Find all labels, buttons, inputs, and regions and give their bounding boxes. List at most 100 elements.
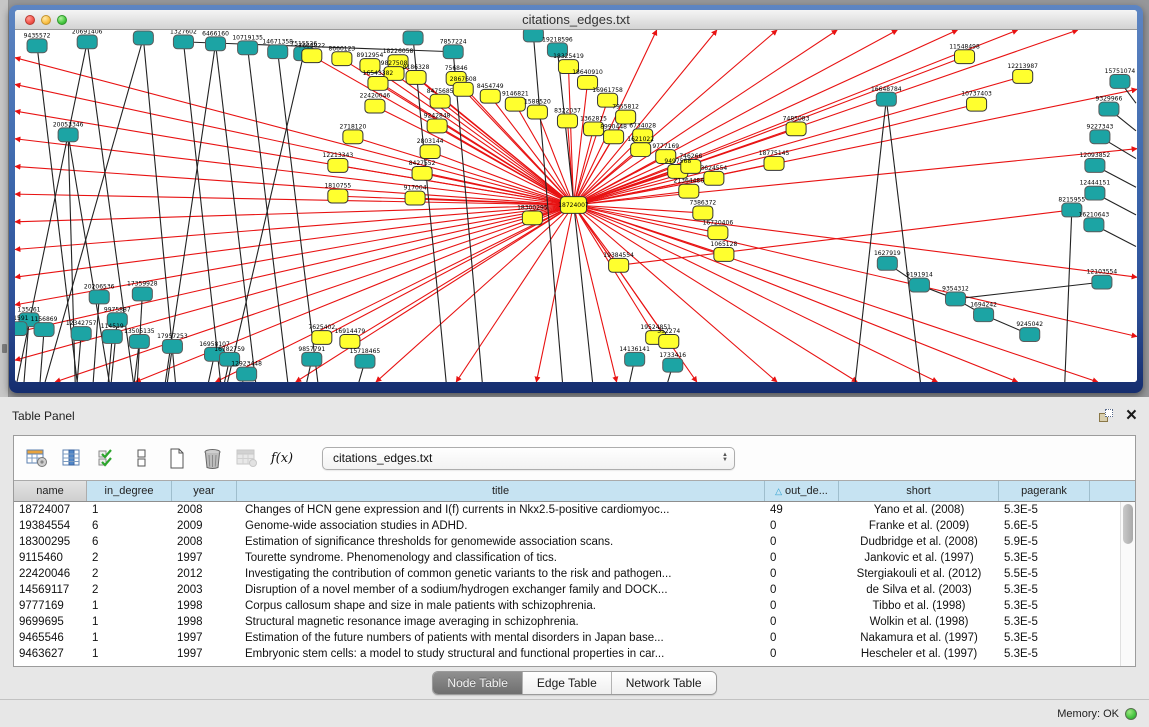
table-cell[interactable]: 9465546	[14, 632, 87, 644]
graph-node[interactable]	[89, 290, 109, 304]
table-cell[interactable]: 5.3E-5	[999, 504, 1090, 516]
table-cell[interactable]: 2008	[172, 504, 237, 516]
table-cell[interactable]: Genome-wide association studies in ADHD.	[237, 520, 765, 532]
graph-node[interactable]	[328, 159, 348, 173]
graph-node[interactable]	[238, 41, 258, 55]
graph-node[interactable]	[453, 82, 473, 96]
graph-node[interactable]	[522, 211, 542, 225]
network-window[interactable]: citations_edges.txt 94355722069140610653…	[9, 5, 1143, 393]
new-document-button[interactable]	[164, 445, 190, 471]
column-header-year[interactable]: year	[172, 481, 237, 501]
memory-status-icon[interactable]	[1125, 708, 1137, 720]
graph-node[interactable]	[1020, 328, 1040, 342]
graph-node[interactable]	[58, 128, 78, 142]
table-cell[interactable]: Dudbridge et al. (2008)	[839, 536, 999, 548]
delete-table-button[interactable]	[199, 445, 225, 471]
table-cell[interactable]: 6	[87, 536, 172, 548]
table-cell[interactable]: 9463627	[14, 648, 87, 660]
graph-node[interactable]	[406, 71, 426, 85]
table-cell[interactable]: 9115460	[14, 552, 87, 564]
graph-node[interactable]	[403, 31, 423, 45]
minimize-window-icon[interactable]	[41, 15, 51, 25]
graph-node[interactable]	[102, 330, 122, 344]
panel-grip-icon[interactable]	[2, 344, 7, 353]
table-cell[interactable]: 5.3E-5	[999, 616, 1090, 628]
table-cell[interactable]: 9699695	[14, 616, 87, 628]
table-cell[interactable]: 18300295	[14, 536, 87, 548]
graph-node[interactable]	[631, 143, 651, 157]
tab-node-table[interactable]: Node Table	[433, 672, 523, 694]
table-selector-dropdown[interactable]: citations_edges.txt ▲▼	[322, 447, 735, 470]
table-cell[interactable]: Estimation of the future numbers of pati…	[237, 632, 765, 644]
graph-node[interactable]	[34, 323, 54, 337]
row-check-button[interactable]	[94, 445, 120, 471]
graph-node[interactable]	[909, 278, 929, 292]
table-cell[interactable]: 0	[765, 520, 839, 532]
table-cell[interactable]: 5.3E-5	[999, 632, 1090, 644]
graph-node[interactable]	[133, 31, 153, 45]
table-cell[interactable]: Corpus callosum shape and size in male p…	[237, 600, 765, 612]
table-cell[interactable]: Jankovic et al. (1997)	[839, 552, 999, 564]
table-cell[interactable]: 6	[87, 520, 172, 532]
table-cell[interactable]: 1998	[172, 600, 237, 612]
table-cell[interactable]: 0	[765, 600, 839, 612]
graph-node[interactable]	[302, 49, 322, 63]
table-cell[interactable]: 5.6E-5	[999, 520, 1090, 532]
tab-network-table[interactable]: Network Table	[612, 672, 716, 694]
column-header-pagerank[interactable]: pagerank	[999, 481, 1090, 501]
graph-node[interactable]	[786, 122, 806, 136]
graph-node[interactable]	[173, 35, 193, 49]
table-cell[interactable]: Tourette syndrome. Phenomenology and cla…	[237, 552, 765, 564]
graph-node[interactable]	[15, 322, 27, 336]
column-chooser-button[interactable]	[59, 445, 85, 471]
table-cell[interactable]: 1	[87, 648, 172, 660]
table-cell[interactable]: Estimation of significance thresholds fo…	[237, 536, 765, 548]
graph-node[interactable]	[604, 130, 624, 144]
graph-node[interactable]	[1110, 74, 1130, 88]
graph-node[interactable]	[343, 130, 363, 144]
table-row[interactable]: 2242004622012Investigating the contribut…	[14, 566, 1135, 582]
graph-node[interactable]	[1085, 186, 1105, 200]
graph-node[interactable]	[877, 256, 897, 270]
table-cell[interactable]: 1997	[172, 632, 237, 644]
rows-merge-button[interactable]	[129, 445, 155, 471]
column-header-short[interactable]: short	[839, 481, 999, 501]
graph-node[interactable]	[557, 114, 577, 128]
graph-node[interactable]	[420, 145, 440, 159]
table-cell[interactable]: Hescheler et al. (1997)	[839, 648, 999, 660]
column-header-outde[interactable]: △out_de...	[765, 481, 839, 501]
graph-node[interactable]	[206, 37, 226, 51]
table-cell[interactable]: 0	[765, 632, 839, 644]
table-cell[interactable]: 2	[87, 584, 172, 596]
graph-node[interactable]	[405, 191, 425, 205]
graph-node[interactable]	[129, 335, 149, 349]
graph-node[interactable]	[162, 339, 182, 353]
network-window-titlebar[interactable]: citations_edges.txt	[15, 10, 1137, 30]
table-cell[interactable]: 1	[87, 616, 172, 628]
table-cell[interactable]: Yano et al. (2008)	[839, 504, 999, 516]
graph-node[interactable]	[365, 99, 385, 113]
table-cell[interactable]: 2	[87, 552, 172, 564]
table-cell[interactable]: Disruption of a novel member of a sodium…	[237, 584, 765, 596]
column-header-indegree[interactable]: in_degree	[87, 481, 172, 501]
graph-node[interactable]	[328, 189, 348, 203]
table-cell[interactable]: 0	[765, 552, 839, 564]
zoom-window-icon[interactable]	[57, 15, 67, 25]
table-cell[interactable]: Stergiakouli et al. (2012)	[839, 568, 999, 580]
graph-node[interactable]	[340, 335, 360, 349]
table-cell[interactable]: Nakamura et al. (1997)	[839, 632, 999, 644]
graph-node[interactable]	[764, 157, 784, 171]
table-cell[interactable]: 0	[765, 584, 839, 596]
graph-node[interactable]	[237, 367, 257, 381]
graph-node[interactable]	[704, 171, 724, 185]
graph-node[interactable]	[268, 45, 288, 59]
graph-node[interactable]	[708, 226, 728, 240]
graph-node[interactable]	[1085, 159, 1105, 173]
table-row[interactable]: 946554611997Estimation of the future num…	[14, 630, 1135, 646]
table-row[interactable]: 1830029562008Estimation of significance …	[14, 534, 1135, 550]
table-cell[interactable]: 9777169	[14, 600, 87, 612]
float-panel-icon[interactable]	[1099, 409, 1114, 424]
graph-node[interactable]	[523, 30, 543, 42]
function-builder-button[interactable]: f(x)	[269, 445, 295, 471]
tab-edge-table[interactable]: Edge Table	[523, 672, 612, 694]
